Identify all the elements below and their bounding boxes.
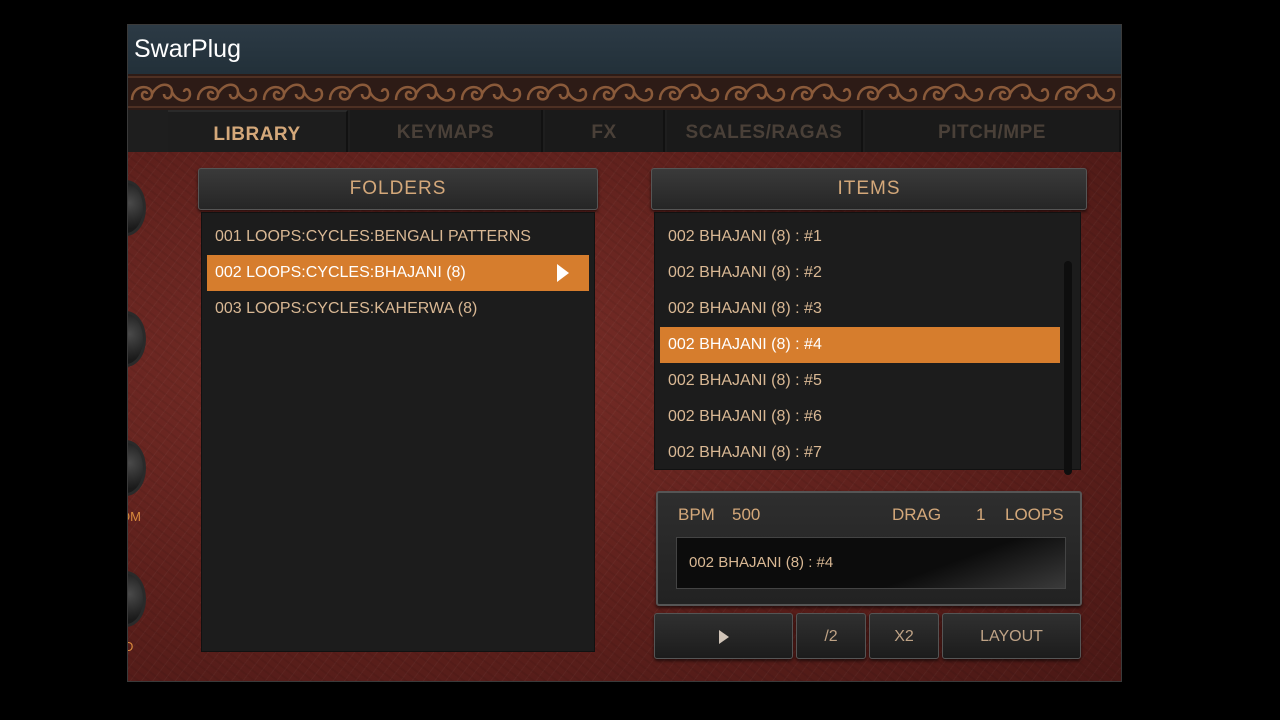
list-item-selected[interactable]: 002 BHAJANI (8) : #4 [660, 327, 1060, 363]
items-list: 002 BHAJANI (8) : #1 002 BHAJANI (8) : #… [654, 212, 1081, 470]
drag-drop-zone[interactable]: 002 BHAJANI (8) : #4 [676, 537, 1066, 589]
tab-fx[interactable]: FX [545, 110, 665, 152]
bpm-value: 500 [732, 505, 761, 524]
tab-keymaps[interactable]: KEYMAPS [350, 110, 543, 152]
half-speed-button[interactable]: /2 [796, 613, 866, 659]
folder-item-label: 003 LOOPS:CYCLES:KAHERWA (8) [215, 300, 478, 317]
list-item[interactable]: 002 BHAJANI (8) : #7 [660, 435, 1060, 471]
items-header: ITEMS [651, 168, 1087, 210]
folder-item-label: 001 LOOPS:CYCLES:BENGALI PATTERNS [215, 228, 531, 245]
bpm-label: BPM [678, 505, 715, 524]
folder-item[interactable]: 003 LOOPS:CYCLES:KAHERWA (8) [207, 291, 589, 327]
folder-item-selected[interactable]: 002 LOOPS:CYCLES:BHAJANI (8) [207, 255, 589, 291]
drag-count: 1 [976, 505, 986, 524]
app-title: SwarPlug [134, 35, 241, 63]
play-arrow-icon[interactable] [557, 264, 569, 282]
play-icon [718, 629, 729, 644]
side-knob-label-4: D [128, 639, 133, 654]
play-button[interactable] [654, 613, 793, 659]
double-speed-button[interactable]: X2 [869, 613, 939, 659]
side-knob-label-1: I [128, 247, 129, 262]
side-knob-label-3: OM [128, 509, 141, 524]
folders-list: 001 LOOPS:CYCLES:BENGALI PATTERNS 002 LO… [201, 212, 595, 652]
folder-item[interactable]: 001 LOOPS:CYCLES:BENGALI PATTERNS [207, 219, 589, 255]
tab-pitch-mpe[interactable]: PITCH/MPE [865, 110, 1121, 152]
app-window: SwarPlug LIBRARY KEYMAPS FX SCALES/RAGAS… [127, 24, 1122, 682]
loop-info-panel: BPM 500 DRAG 1 LOOPS 002 BHAJANI (8) : #… [656, 491, 1082, 606]
tab-library[interactable]: LIBRARY [168, 110, 348, 152]
layout-button[interactable]: LAYOUT [942, 613, 1081, 659]
tab-bar: LIBRARY KEYMAPS FX SCALES/RAGAS PITCH/MP… [128, 110, 1121, 152]
list-item[interactable]: 002 BHAJANI (8) : #1 [660, 219, 1060, 255]
drag-label: DRAG [892, 505, 942, 524]
list-item[interactable]: 002 BHAJANI (8) : #2 [660, 255, 1060, 291]
folder-item-label: 002 LOOPS:CYCLES:BHAJANI (8) [215, 264, 466, 281]
items-scrollbar[interactable] [1064, 261, 1072, 475]
list-item[interactable]: 002 BHAJANI (8) : #3 [660, 291, 1060, 327]
folders-header: FOLDERS [198, 168, 598, 210]
ornamental-border [128, 74, 1121, 110]
tab-scales-ragas[interactable]: SCALES/RAGAS [667, 110, 863, 152]
title-bar: SwarPlug [128, 25, 1121, 74]
selected-item-name: 002 BHAJANI (8) : #4 [689, 554, 834, 571]
loops-label: LOOPS [1005, 505, 1064, 524]
list-item[interactable]: 002 BHAJANI (8) : #6 [660, 399, 1060, 435]
list-item[interactable]: 002 BHAJANI (8) : #5 [660, 363, 1060, 399]
